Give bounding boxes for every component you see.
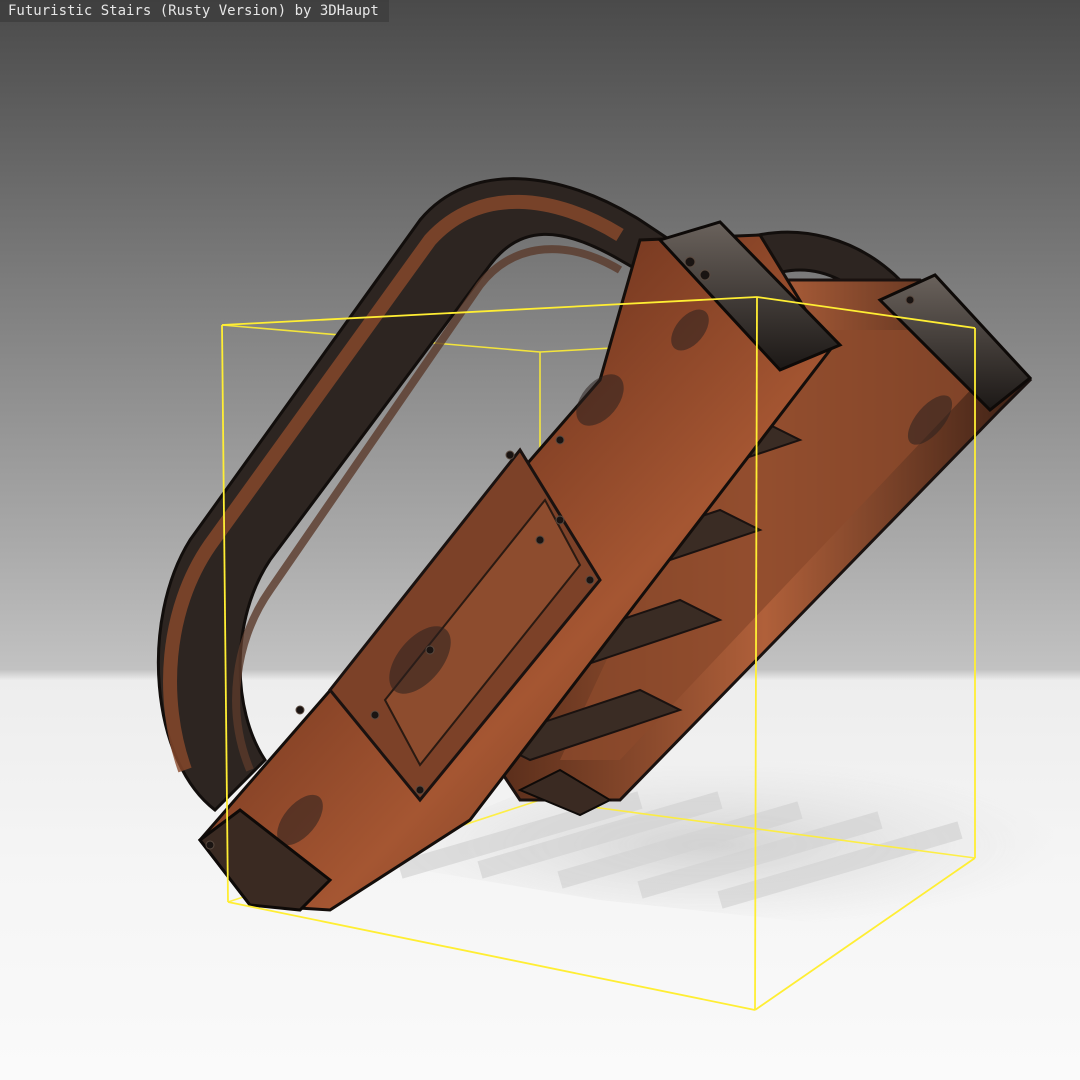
model-viewport[interactable]: Futuristic Stairs (Rusty Version) by 3DH… [0,0,1080,1080]
model-render [156,177,1060,1011]
